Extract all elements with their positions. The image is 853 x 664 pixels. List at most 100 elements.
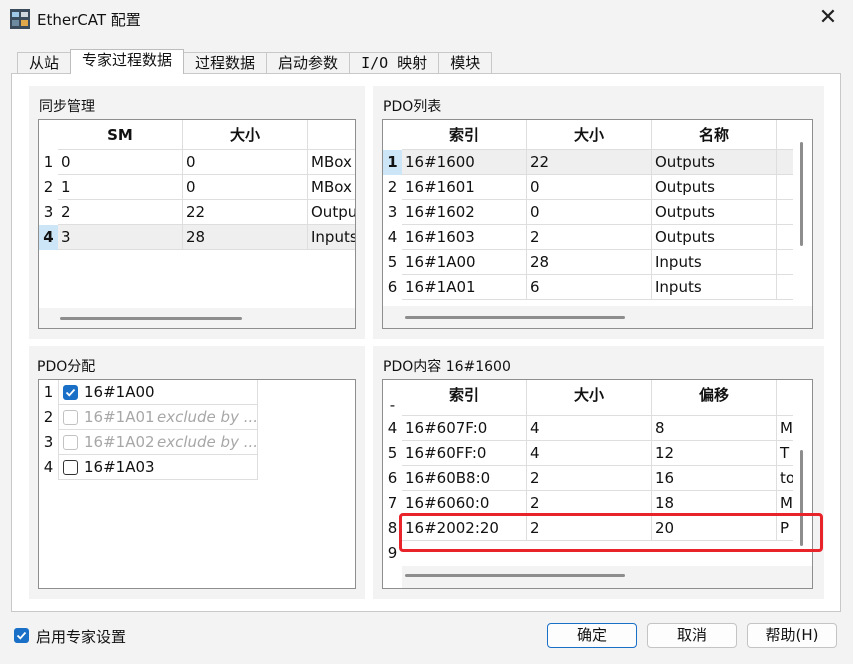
cell-size: 2 [527, 466, 652, 491]
tab-io-mapping[interactable]: I/O 映射 [349, 52, 440, 74]
row-number: 6 [387, 278, 398, 296]
row-number: 5 [387, 444, 398, 462]
row-number: 2 [43, 178, 54, 196]
checkbox-unchecked[interactable] [63, 460, 78, 475]
list-item[interactable]: 16#1A00 [58, 380, 258, 405]
table-row[interactable]: 16#1A01 6 Inputs [402, 275, 793, 300]
pdo-content-title: PDO内容 16#1600 [383, 359, 511, 375]
vertical-scrollbar-thumb[interactable] [800, 142, 803, 246]
horizontal-scrollbar-thumb[interactable] [405, 316, 625, 319]
exclude-note: exclude by ... [157, 433, 259, 451]
table-row[interactable]: 0 0 MBox [58, 150, 355, 175]
cell-offset: 12 [652, 441, 777, 466]
tab-startup-parameters[interactable]: 启动参数 [266, 52, 351, 74]
ok-button[interactable]: 确定 [547, 623, 637, 648]
column-header-size[interactable]: 大小 [527, 120, 652, 150]
table-row[interactable]: 16#1A00 28 Inputs [402, 250, 793, 275]
table-row[interactable]: 16#607F:0 4 8 M [402, 416, 793, 441]
pdo-list-group: PDO列表 索引 大小 名称 1 16#1600 22 Outputs 2 16… [373, 86, 824, 339]
horizontal-scrollbar-track[interactable] [402, 566, 812, 588]
column-header-extra[interactable] [777, 380, 793, 416]
pdo-label: 16#1A03 [84, 458, 155, 476]
tab-bar: 从站 专家过程数据 过程数据 启动参数 I/O 映射 模块 [17, 49, 493, 74]
cell-size: 4 [527, 416, 652, 441]
checkbox-disabled[interactable] [63, 435, 78, 450]
table-row[interactable]: 16#1603 2 Outputs [402, 225, 793, 250]
cell-extra: T [780, 444, 790, 462]
column-header-extra[interactable] [777, 120, 793, 150]
column-header-type[interactable] [308, 120, 355, 150]
horizontal-scrollbar-thumb[interactable] [405, 574, 625, 577]
column-header-name[interactable]: 名称 [652, 120, 777, 150]
tab-process-data[interactable]: 过程数据 [183, 52, 268, 74]
enable-expert-settings-label[interactable]: 启用专家设置 [36, 626, 126, 647]
column-header-offset[interactable]: 偏移 [652, 380, 777, 416]
tab-modules[interactable]: 模块 [438, 52, 493, 74]
table-row[interactable]: 16#1602 0 Outputs [402, 200, 793, 225]
table-row[interactable]: 1 0 MBox [58, 175, 355, 200]
cell-size: 0 [527, 175, 652, 200]
pdo-assign-list[interactable]: 1 16#1A00 2 16#1A01 exclude by ... 3 16#… [38, 379, 356, 589]
cell-sm: 2 [58, 200, 183, 225]
help-button[interactable]: 帮助(H) [747, 623, 837, 648]
row-number-selected: 1 [383, 150, 402, 175]
exclude-note: exclude by ... [157, 408, 259, 426]
pdo-content-table[interactable]: - 索引 大小 偏移 4 16#607F:0 4 8 M 5 16#60FF:0… [382, 379, 813, 589]
sync-manager-table[interactable]: SM 大小 1 0 0 MBox 2 1 0 MBox 3 2 22 Outpu… [38, 119, 356, 329]
cell-index: 16#1600 [402, 150, 527, 175]
cell-type: MBox [311, 153, 352, 171]
cell-type: MBox [311, 178, 352, 196]
cell-index: 16#1602 [402, 200, 527, 225]
row-number: 3 [387, 203, 398, 221]
list-item-disabled[interactable]: 16#1A02 exclude by ... [58, 430, 258, 455]
table-row-selected[interactable]: 16#1600 22 Outputs [402, 150, 793, 175]
cell-size: 2 [527, 225, 652, 250]
checkbox-checked[interactable] [63, 385, 78, 400]
close-button[interactable]: ✕ [815, 5, 841, 31]
close-icon: ✕ [818, 5, 838, 30]
table-row[interactable]: 2 22 Outpu [58, 200, 356, 225]
row-number: 3 [43, 433, 54, 451]
tab-expert-process-data[interactable]: 专家过程数据 [70, 49, 185, 74]
pdo-assign-title: PDO分配 [37, 359, 96, 375]
list-item-disabled[interactable]: 16#1A01 exclude by ... [58, 405, 258, 430]
table-row[interactable]: 16#60FF:0 4 12 T [402, 441, 793, 466]
tab-slave[interactable]: 从站 [17, 52, 72, 74]
pdo-label: 16#1A01 [84, 408, 155, 426]
row-number: 4 [387, 419, 398, 437]
table-row[interactable]: 16#1601 0 Outputs [402, 175, 793, 200]
cell-name: Inputs [652, 250, 777, 275]
cell-size: 6 [527, 275, 652, 300]
pdo-list-table[interactable]: 索引 大小 名称 1 16#1600 22 Outputs 2 16#1601 … [382, 119, 813, 329]
column-header-index[interactable]: 索引 [402, 380, 527, 416]
cell-type: Outpu [311, 203, 356, 221]
cell-name: Outputs [652, 175, 777, 200]
table-row-selected[interactable]: 3 28 Inputs [58, 225, 355, 250]
enable-expert-settings-checkbox[interactable] [14, 628, 29, 643]
list-item[interactable]: 16#1A03 [58, 455, 258, 480]
column-header-sm[interactable]: SM [58, 120, 183, 150]
row-number-header: - [389, 396, 396, 414]
cell-size: 0 [183, 150, 308, 175]
pdo-label: 16#1A00 [84, 383, 155, 401]
cell-offset: 16 [652, 466, 777, 491]
checkmark-icon [65, 388, 76, 397]
cell-size: 4 [527, 441, 652, 466]
row-number-selected: 4 [39, 225, 58, 250]
row-number: 7 [387, 494, 398, 512]
horizontal-scrollbar-thumb[interactable] [60, 317, 242, 320]
column-header-index[interactable]: 索引 [402, 120, 527, 150]
checkbox-disabled[interactable] [63, 410, 78, 425]
cell-index: 16#1A01 [402, 275, 527, 300]
cell-sm: 0 [58, 150, 183, 175]
cancel-button[interactable]: 取消 [647, 623, 737, 648]
table-row[interactable]: 16#60B8:0 2 16 to [402, 466, 793, 491]
cell-size: 22 [527, 150, 652, 175]
column-header-size[interactable]: 大小 [527, 380, 652, 416]
column-header-size[interactable]: 大小 [183, 120, 308, 150]
cell-size: 22 [183, 200, 308, 225]
cell-name: Inputs [652, 275, 777, 300]
cell-name: Outputs [652, 200, 777, 225]
row-number: 5 [387, 253, 398, 271]
cell-size: 0 [183, 175, 308, 200]
